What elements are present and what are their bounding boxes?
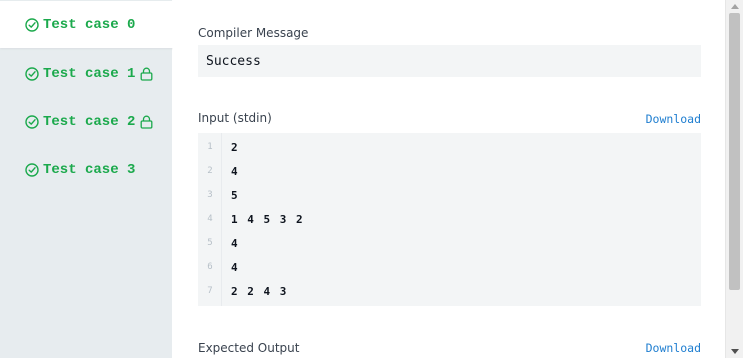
line-text: 2	[231, 140, 240, 154]
code-line: 5 4	[198, 231, 701, 255]
expected-output-label: Expected Output	[198, 341, 300, 355]
code-line: 7 2 2 4 3	[198, 279, 701, 303]
test-case-label: Test case 3	[43, 161, 136, 178]
code-line: 3 5	[198, 183, 701, 207]
code-line: 2 4	[198, 159, 701, 183]
line-number: 2	[207, 166, 213, 176]
check-circle-icon	[25, 66, 39, 81]
code-line: 1 2	[198, 135, 701, 159]
check-circle-icon	[25, 162, 39, 177]
compiler-message-label: Compiler Message	[198, 26, 309, 40]
line-text: 2 2 4 3	[231, 284, 288, 298]
lock-icon	[140, 115, 153, 129]
line-number: 4	[207, 214, 213, 224]
line-text: 4	[231, 260, 240, 274]
scroll-up-arrow-icon[interactable]	[726, 0, 743, 13]
check-circle-icon	[25, 17, 39, 32]
input-code-block: 1 2 2 4 3 5 4 1 4 5 3 2 5 4 6 4 7 2 2 4 …	[198, 133, 701, 306]
input-label: Input (stdin)	[198, 111, 272, 125]
test-case-tab-0[interactable]: Test case 0	[0, 1, 174, 48]
line-text: 1 4 5 3 2	[231, 212, 305, 226]
test-case-sidebar: Test case 0 Test case 1 Test case 2 Test…	[0, 0, 174, 358]
line-number: 7	[207, 286, 213, 296]
test-case-details: Compiler Message Success Input (stdin) D…	[173, 0, 725, 358]
expected-output-download-link[interactable]: Download	[646, 341, 701, 355]
line-text: 5	[231, 188, 240, 202]
line-text: 4	[231, 164, 240, 178]
test-case-tab-1[interactable]: Test case 1	[0, 50, 172, 97]
line-number: 5	[207, 238, 213, 248]
line-number: 6	[207, 262, 213, 272]
scroll-down-arrow-icon[interactable]	[726, 345, 743, 358]
input-download-link[interactable]: Download	[646, 112, 701, 126]
compiler-message-box: Success	[198, 45, 701, 77]
scrollbar-thumb[interactable]	[729, 13, 740, 290]
test-case-tab-3[interactable]: Test case 3	[0, 146, 172, 193]
line-number: 3	[207, 190, 213, 200]
compiler-message-value: Success	[206, 53, 261, 69]
vertical-scrollbar[interactable]	[725, 0, 743, 358]
code-line: 6 4	[198, 255, 701, 279]
line-number: 1	[207, 142, 213, 152]
test-case-tab-2[interactable]: Test case 2	[0, 98, 172, 145]
test-case-label: Test case 1	[43, 65, 136, 82]
line-text: 4	[231, 236, 240, 250]
check-circle-icon	[25, 114, 39, 129]
lock-icon	[140, 67, 153, 81]
code-line: 4 1 4 5 3 2	[198, 207, 701, 231]
test-case-label: Test case 2	[43, 113, 136, 130]
test-case-label: Test case 0	[43, 16, 136, 33]
